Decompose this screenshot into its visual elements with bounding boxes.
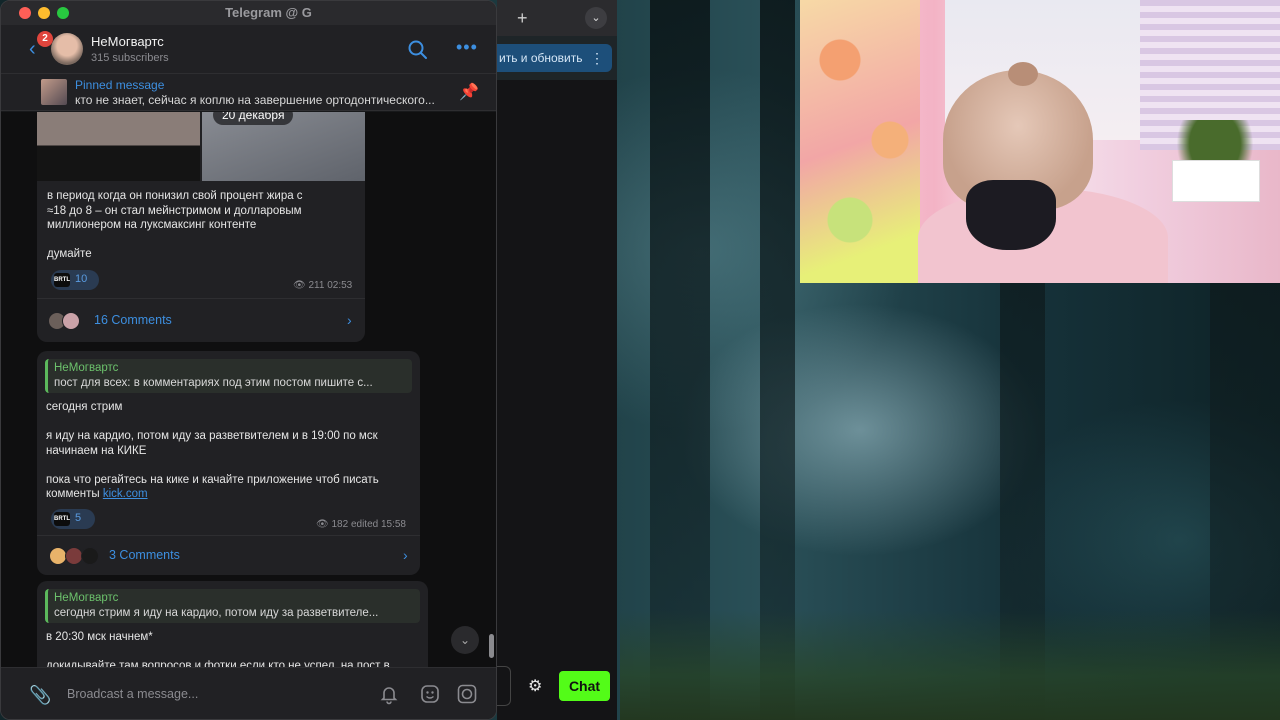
- photo[interactable]: [37, 112, 200, 181]
- commenter-avatar: [62, 312, 80, 330]
- quote-author: НеМогвартс: [54, 592, 119, 604]
- new-tab-button[interactable]: +: [517, 8, 528, 29]
- date-chip: 20 декабря: [213, 112, 294, 125]
- pin-list-icon[interactable]: 📌: [459, 82, 479, 102]
- share-refresh-label: ить и обновить: [499, 51, 583, 65]
- post-meta: 👁 182 edited 15:58: [316, 519, 406, 530]
- grass: [620, 610, 1280, 720]
- comments-link[interactable]: 3 Comments ›: [37, 535, 420, 575]
- browser-tab-bar: + ⌄: [497, 0, 617, 36]
- more-options-icon[interactable]: •••: [456, 37, 478, 58]
- camera-icon[interactable]: [456, 683, 478, 705]
- chevron-down-icon: ⌄: [459, 633, 471, 647]
- views-eye-icon: 👁: [293, 280, 306, 291]
- reaction-count: 10: [75, 273, 88, 285]
- chat-button[interactable]: Chat: [559, 671, 610, 701]
- channel-avatar[interactable]: [51, 33, 83, 65]
- views-edited-time: 182 edited 15:58: [331, 519, 406, 530]
- post-text: сегодня стрим я иду на кардио, потом иду…: [46, 400, 416, 502]
- back-arrow-icon[interactable]: ‹: [29, 38, 36, 61]
- unread-badge: 2: [37, 31, 53, 47]
- sticker-icon[interactable]: [419, 683, 441, 705]
- scroll-down-button[interactable]: ⌄: [451, 626, 479, 654]
- search-icon[interactable]: [407, 39, 429, 61]
- post-meta: 👁 211 02:53: [293, 280, 352, 291]
- views-time: 211 02:53: [308, 280, 353, 291]
- reaction-chip[interactable]: BRTL 5: [51, 509, 95, 529]
- reaction-count: 5: [75, 512, 82, 524]
- kick-chat-input[interactable]: [497, 666, 511, 706]
- composer-bar: 📎: [1, 667, 496, 719]
- channel-post: НеМогвартс пост для всех: в комментариях…: [37, 351, 420, 575]
- comments-link[interactable]: 16 Comments ›: [37, 298, 365, 342]
- comments-count: 16 Comments: [94, 313, 172, 327]
- kick-link[interactable]: kick.com: [103, 488, 148, 500]
- kebab-menu-icon[interactable]: ⋮: [590, 44, 604, 72]
- webcam-feed: [800, 0, 1280, 283]
- pinned-thumbnail: [41, 79, 67, 105]
- chat-header: ‹ 2 НеМогвартс 315 subscribers •••: [1, 25, 496, 73]
- pinned-title: Pinned message: [75, 78, 165, 92]
- media-album[interactable]: 20 декабря: [37, 112, 365, 181]
- title-bar: Telegram @ G: [1, 1, 496, 25]
- commenter-avatar: [81, 547, 99, 565]
- browser-content: [497, 80, 617, 720]
- reply-quote[interactable]: НеМогвартс пост для всех: в комментариях…: [45, 359, 412, 393]
- channel-post: 20 декабря в период когда он понизил сво…: [37, 112, 365, 342]
- share-refresh-button[interactable]: ить и обновить ⋮: [497, 44, 612, 72]
- attach-paperclip-icon[interactable]: 📎: [29, 685, 51, 706]
- reply-quote[interactable]: НеМогвартс сегодня стрим я иду на кардио…: [45, 589, 420, 623]
- face-mask: [966, 180, 1056, 250]
- broadcast-input[interactable]: [67, 687, 357, 701]
- scrollbar-thumb[interactable]: [489, 634, 494, 658]
- chevron-right-icon: ›: [403, 547, 408, 563]
- quote-text: пост для всех: в комментариях под этим п…: [54, 377, 373, 389]
- plant-pot: [1172, 160, 1260, 202]
- subscriber-count: 315 subscribers: [91, 52, 169, 64]
- reaction-sticker-icon: BRTL: [54, 512, 70, 526]
- channel-name[interactable]: НеМогвартс: [91, 34, 164, 49]
- views-eye-icon: 👁: [316, 519, 329, 530]
- post-text: в 20:30 мск начнем* докидывайте там вопр…: [46, 631, 390, 667]
- hair-bun: [1008, 62, 1038, 86]
- quote-text: сегодня стрим я иду на кардио, потом иду…: [54, 607, 379, 619]
- channel-post: НеМогвартс сегодня стрим я иду на кардио…: [37, 581, 428, 667]
- pinned-text: кто не знает, сейчас я коплю на завершен…: [75, 93, 435, 107]
- tapestry: [800, 0, 920, 283]
- message-feed: 20 декабря в период когда он понизил сво…: [1, 112, 496, 667]
- post-body: сегодня стрим я иду на кардио, потом иду…: [46, 401, 379, 500]
- telegram-window: Telegram @ G ‹ 2 НеМогвартс 315 subscrib…: [0, 0, 497, 720]
- window-title: Telegram @ G: [225, 5, 312, 20]
- tab-list-chevron-icon[interactable]: ⌄: [585, 7, 607, 29]
- bell-icon[interactable]: [378, 683, 400, 705]
- streamer: [918, 62, 1168, 283]
- reaction-sticker-icon: BRTL: [54, 273, 70, 287]
- gear-icon[interactable]: ⚙: [528, 676, 542, 696]
- pinned-message-bar[interactable]: Pinned message кто не знает, сейчас я ко…: [1, 73, 496, 111]
- post-text: в период когда он понизил свой процент ж…: [47, 190, 303, 260]
- chevron-right-icon: ›: [347, 312, 352, 328]
- reaction-chip[interactable]: BRTL 10: [51, 270, 99, 290]
- quote-author: НеМогвартс: [54, 362, 119, 374]
- comments-count: 3 Comments: [109, 548, 180, 562]
